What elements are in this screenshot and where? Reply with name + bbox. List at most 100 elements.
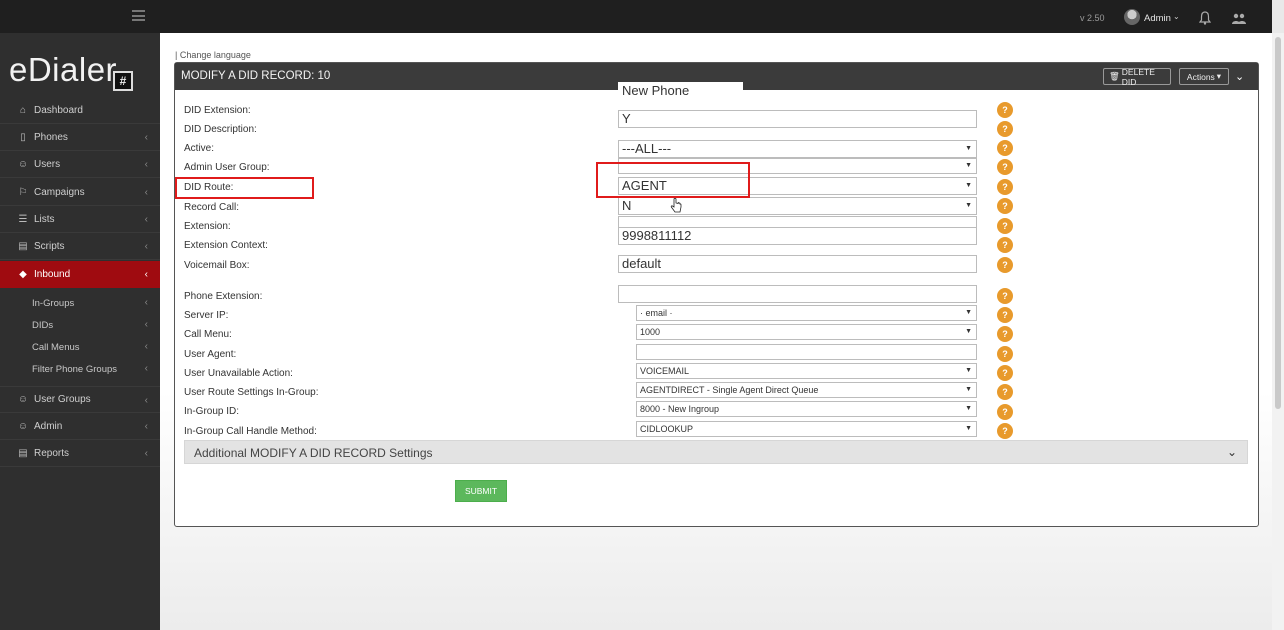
user-groups-icon: ☺ — [17, 394, 29, 405]
ingroup-id-select[interactable]: 8000 - New Ingroup ▼ — [636, 401, 977, 417]
home-icon: ⌂ — [19, 104, 27, 116]
label-did-description: DID Description: — [184, 124, 257, 135]
scrollbar[interactable] — [1272, 33, 1284, 630]
label-user-unavailable-action: User Unavailable Action: — [184, 368, 293, 379]
users-group-icon[interactable] — [1232, 12, 1246, 25]
sidebar-item-lists[interactable]: ☰ Lists ‹ — [0, 206, 160, 233]
chevron-left-icon: ‹ — [144, 241, 148, 252]
select-arrow-icon: ▼ — [965, 145, 972, 152]
version-label: v 2.50 — [1080, 13, 1105, 23]
select-arrow-icon: ▼ — [965, 309, 972, 316]
server-ip-select[interactable]: · email · ▼ — [636, 305, 977, 321]
label-extension-context: Extension Context: — [184, 240, 268, 251]
help-icon[interactable]: ? — [997, 218, 1013, 234]
highlight-did-route-value — [596, 162, 750, 198]
select-arrow-icon: ▼ — [965, 328, 972, 335]
chevron-left-icon: ‹ — [144, 214, 148, 225]
chevron-left-icon: ‹ — [144, 448, 148, 459]
panel-title: MODIFY A DID RECORD: 10 — [181, 70, 331, 82]
voicemail-box-input[interactable]: default — [618, 255, 977, 273]
ingroup-call-handle-select[interactable]: CIDLOOKUP ▼ — [636, 421, 977, 437]
help-icon[interactable]: ? — [997, 384, 1013, 400]
bell-icon[interactable] — [1199, 11, 1211, 25]
hamburger-menu-icon[interactable] — [132, 10, 145, 21]
chevron-left-icon: ‹ — [144, 319, 148, 330]
label-ingroup-id: In-Group ID: — [184, 406, 240, 417]
help-icon[interactable]: ? — [997, 288, 1013, 304]
chevron-left-icon: ‹ — [144, 341, 148, 352]
help-icon[interactable]: ? — [997, 140, 1013, 156]
list-icon: ☰ — [18, 213, 28, 225]
help-icon[interactable]: ? — [997, 121, 1013, 137]
label-phone-extension: Phone Extension: — [184, 291, 263, 302]
user-agent-input[interactable] — [636, 344, 977, 360]
help-icon[interactable]: ? — [997, 198, 1013, 214]
delete-did-button[interactable]: 🗑 DELETE DID — [1103, 67, 1171, 87]
sidebar-subitem-filter-phone-groups[interactable]: Filter Phone Groups ‹ — [0, 358, 160, 380]
help-icon[interactable]: ? — [997, 102, 1013, 118]
help-icon[interactable]: ? — [997, 326, 1013, 342]
submit-button[interactable]: SUBMIT — [455, 480, 507, 502]
sidebar-subitem-call-menus[interactable]: Call Menus ‹ — [0, 336, 160, 358]
chevron-left-icon: ‹ — [144, 395, 148, 406]
select-arrow-icon: ▼ — [965, 405, 972, 412]
user-menu-label[interactable]: Admin — [1144, 13, 1171, 24]
label-active: Active: — [184, 143, 215, 154]
user-menu-caret-icon[interactable]: ⌄ — [1173, 12, 1180, 21]
label-ingroup-call-handle: In-Group Call Handle Method: — [184, 426, 317, 437]
label-did-extension: DID Extension: — [184, 105, 251, 116]
help-icon[interactable]: ? — [997, 237, 1013, 253]
select-arrow-icon: ▼ — [965, 202, 972, 209]
sidebar-item-phones[interactable]: ▯ Phones ‹ — [0, 124, 160, 151]
chevron-left-icon: ‹ — [144, 421, 148, 432]
collapse-chevron-icon[interactable]: ⌄ — [1235, 70, 1244, 83]
top-bar: v 2.50 Admin ⌄ — [0, 0, 1272, 33]
additional-settings-title: Additional MODIFY A DID RECORD Settings — [194, 446, 433, 460]
admin-icon: ☺ — [17, 420, 29, 432]
actions-dropdown-button[interactable]: Actions ▾ — [1179, 68, 1229, 85]
active-select[interactable]: ---ALL--- ▼ — [618, 140, 977, 158]
sidebar-item-dashboard[interactable]: ⌂ Dashboard — [0, 97, 160, 124]
sidebar-item-scripts[interactable]: ▤ Scripts ‹ — [0, 233, 160, 260]
sidebar-item-user-groups[interactable]: ☺ User Groups ‹ — [0, 386, 160, 413]
help-icon[interactable]: ? — [997, 179, 1013, 195]
chevron-down-icon[interactable]: ⌄ — [1227, 445, 1237, 459]
script-icon: ▤ — [18, 240, 28, 252]
label-user-route-settings: User Route Settings In-Group: — [184, 387, 319, 398]
help-icon[interactable]: ? — [997, 307, 1013, 323]
help-icon[interactable]: ? — [997, 257, 1013, 273]
sidebar-item-inbound[interactable]: ◆ Inbound ‹ — [0, 261, 160, 288]
select-arrow-icon: ▼ — [965, 182, 972, 189]
scrollbar-thumb[interactable] — [1275, 37, 1281, 409]
did-description-input[interactable]: Y — [618, 110, 977, 128]
help-icon[interactable]: ? — [997, 365, 1013, 381]
flag-icon: ⚐ — [18, 186, 28, 198]
label-extension: Extension: — [184, 221, 231, 232]
sidebar-subitem-in-groups[interactable]: In-Groups ‹ — [0, 292, 160, 314]
additional-settings-bar[interactable]: Additional MODIFY A DID RECORD Settings … — [184, 440, 1248, 464]
help-icon[interactable]: ? — [997, 159, 1013, 175]
user-unavailable-action-select[interactable]: VOICEMAIL ▼ — [636, 363, 977, 379]
label-server-ip: Server IP: — [184, 310, 229, 321]
phone-extension-input[interactable] — [618, 285, 977, 303]
help-icon[interactable]: ? — [997, 423, 1013, 439]
did-extension-input[interactable]: New Phone — [618, 82, 743, 100]
select-arrow-icon: ▼ — [965, 367, 972, 374]
sidebar-item-campaigns[interactable]: ⚐ Campaigns ‹ — [0, 179, 160, 206]
label-voicemail-box: Voicemail Box: — [184, 260, 250, 271]
sidebar-subitem-dids[interactable]: DIDs ‹ — [0, 314, 160, 336]
change-language-link[interactable]: | Change language — [175, 50, 251, 60]
caret-down-icon: ▾ — [1216, 71, 1222, 81]
trash-icon: 🗑 — [1109, 71, 1120, 81]
avatar[interactable] — [1124, 9, 1140, 25]
help-icon[interactable]: ? — [997, 404, 1013, 420]
sidebar-item-admin[interactable]: ☺ Admin ‹ — [0, 413, 160, 440]
chevron-left-icon: ‹ — [144, 159, 148, 170]
label-user-agent: User Agent: — [184, 349, 237, 360]
sidebar-item-users[interactable]: ☺ Users ‹ — [0, 151, 160, 178]
chevron-left-icon: ‹ — [144, 187, 148, 198]
sidebar-item-reports[interactable]: ▤ Reports ‹ — [0, 440, 160, 467]
user-route-settings-select[interactable]: AGENTDIRECT - Single Agent Direct Queue ▼ — [636, 382, 977, 398]
help-icon[interactable]: ? — [997, 346, 1013, 362]
call-menu-select[interactable]: 1000 ▼ — [636, 324, 977, 340]
